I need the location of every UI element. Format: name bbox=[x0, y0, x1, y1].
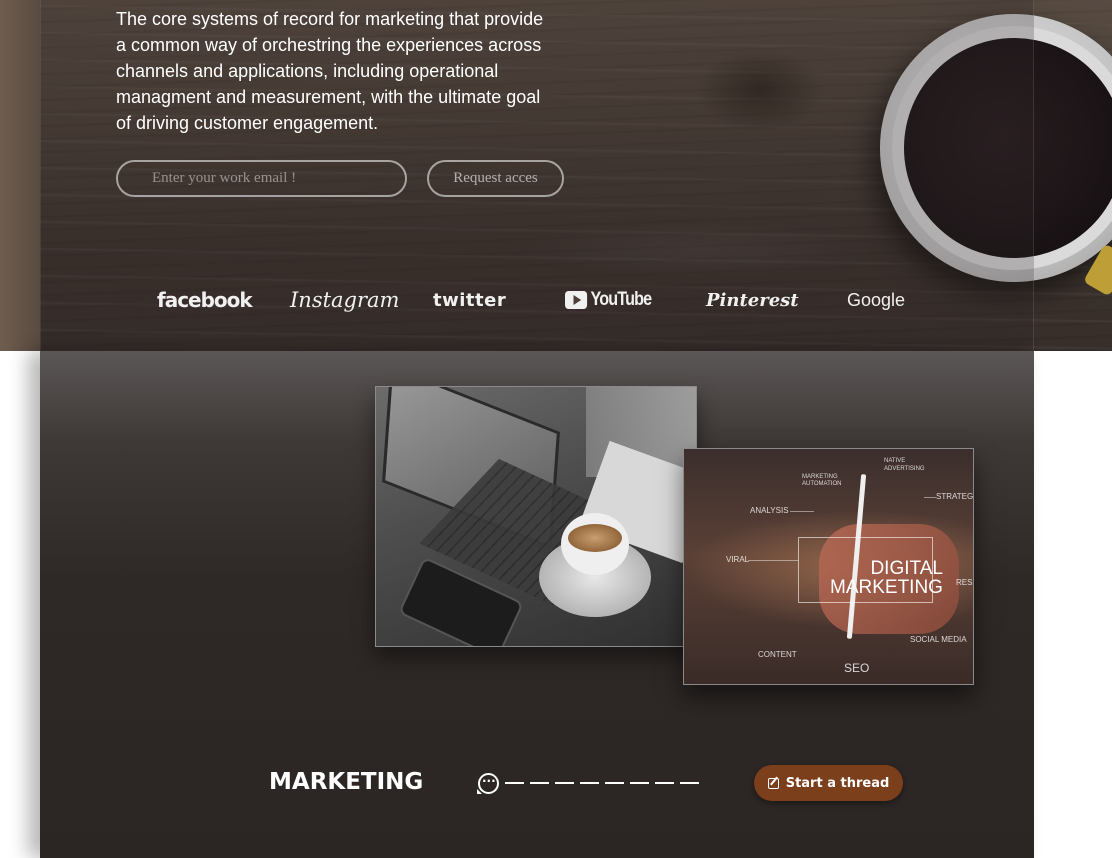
chat-bubble-icon bbox=[477, 773, 499, 794]
youtube-label: YouTube bbox=[590, 289, 653, 310]
start-thread-button[interactable]: Start a thread bbox=[754, 765, 903, 801]
label-analysis: ANALYSIS bbox=[750, 506, 789, 515]
digital-marketing-photo: DIGITAL MARKETING NATIVE ADVERTISING MAR… bbox=[683, 448, 974, 685]
label-strategy: STRATEGY bbox=[936, 492, 974, 501]
marketing-word: MARKETING bbox=[830, 577, 943, 598]
request-access-button[interactable]: Request acces bbox=[427, 160, 564, 197]
label-seo: SEO bbox=[844, 661, 870, 675]
digital-word: DIGITAL bbox=[870, 558, 943, 579]
digital-marketing-headline: DIGITAL MARKETING bbox=[830, 559, 943, 597]
pinterest-logo[interactable]: Pinterest bbox=[706, 283, 799, 317]
photo-connector-line bbox=[790, 511, 814, 512]
photo-espresso bbox=[568, 524, 622, 552]
photo-connector-line bbox=[924, 497, 936, 498]
label-content: CONTENT bbox=[758, 650, 797, 659]
dashed-divider bbox=[505, 782, 701, 784]
twitter-logo[interactable]: twitter bbox=[433, 283, 506, 317]
instagram-logo[interactable]: Instagram bbox=[290, 283, 399, 317]
label-marketing-automation: MARKETING AUTOMATION bbox=[802, 474, 842, 487]
youtube-logo[interactable]: YouTube bbox=[565, 283, 653, 317]
label-viral: VIRAL bbox=[726, 555, 750, 564]
start-thread-label: Start a thread bbox=[785, 775, 890, 791]
hero-right-margin bbox=[1033, 0, 1112, 351]
label-social-media: SOCIAL MEDIA bbox=[910, 635, 967, 644]
facebook-logo[interactable]: facebook bbox=[157, 283, 253, 317]
label-native-advertising: NATIVE ADVERTISING bbox=[884, 458, 925, 472]
section-title: MARKETING bbox=[269, 769, 424, 795]
edit-icon bbox=[767, 777, 779, 789]
laptop-coffee-photo bbox=[375, 386, 697, 647]
google-logo[interactable]: Google bbox=[847, 283, 905, 317]
hero-section: The core systems of record for marketing… bbox=[0, 0, 1112, 351]
label-rese: RESE bbox=[956, 578, 973, 587]
youtube-play-icon bbox=[565, 291, 588, 309]
email-input[interactable] bbox=[116, 160, 407, 197]
photo-connector-line bbox=[748, 560, 798, 561]
hero-description: The core systems of record for marketing… bbox=[116, 9, 544, 133]
hero-left-margin bbox=[0, 0, 40, 351]
